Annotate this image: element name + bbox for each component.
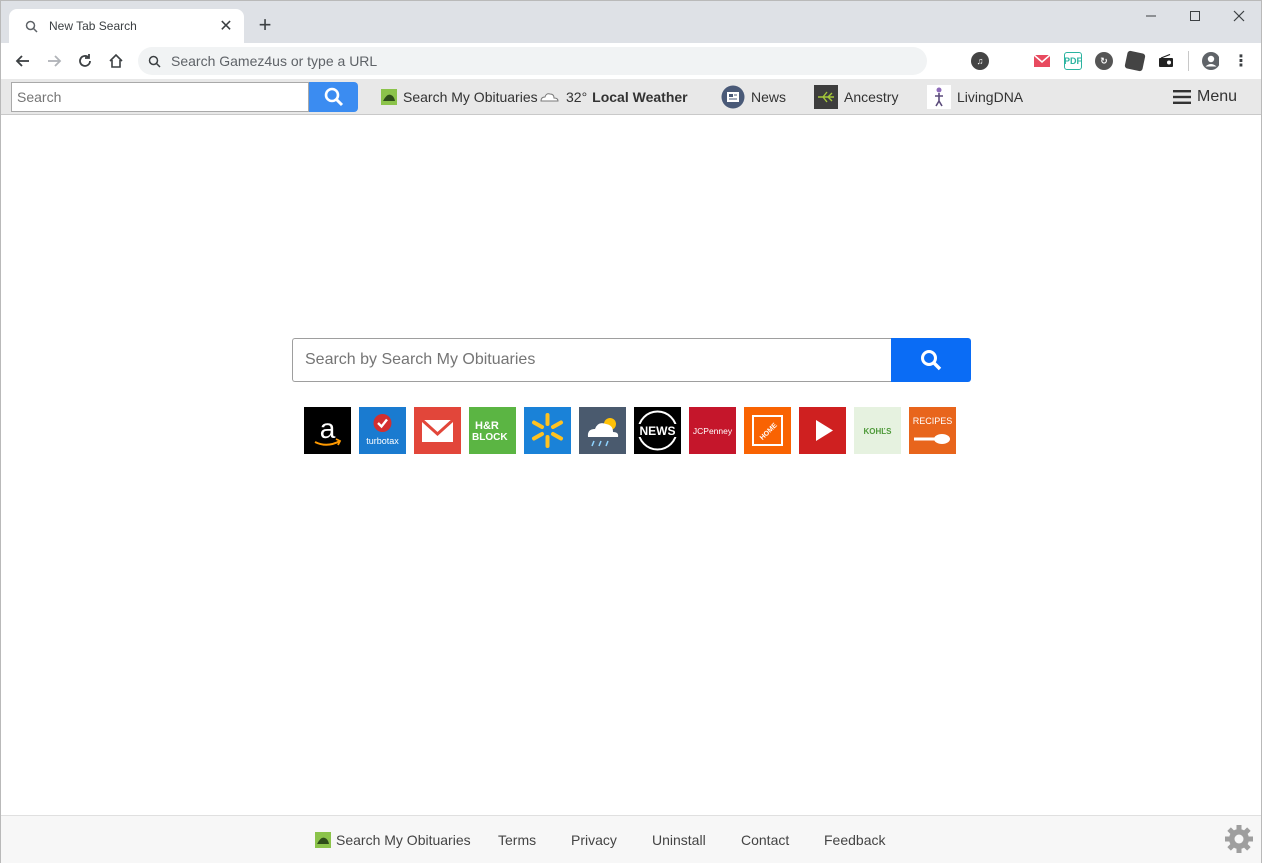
footer-obituaries-label: Search My Obituaries	[336, 832, 471, 848]
news-tile[interactable]: NEWS	[634, 407, 681, 454]
livingdna-link[interactable]: LivingDNA	[927, 79, 1023, 115]
address-text: Search Gamez4us or type a URL	[171, 53, 378, 69]
kohls-tile[interactable]: KOHĽS	[854, 407, 901, 454]
radio-extension-icon[interactable]	[1157, 52, 1175, 70]
svg-text:RECIPES: RECIPES	[913, 416, 953, 426]
tab-title: New Tab Search	[49, 19, 137, 33]
gear-icon[interactable]	[1223, 823, 1255, 855]
refresh-extension-icon[interactable]: ↻	[1095, 52, 1113, 70]
weather-tile[interactable]	[579, 407, 626, 454]
main-search-form	[292, 338, 971, 382]
reload-icon[interactable]	[71, 47, 99, 75]
contact-link[interactable]: Contact	[741, 816, 789, 863]
toolbar-search-input[interactable]	[11, 82, 309, 112]
main-search-button[interactable]	[891, 338, 971, 382]
extension-bar: Search My Obituaries 32° Local Weather N…	[1, 79, 1261, 115]
cloud-icon	[538, 90, 560, 104]
search-icon	[148, 55, 161, 68]
livingdna-label: LivingDNA	[957, 89, 1024, 105]
amazon-tile[interactable]: a	[304, 407, 351, 454]
livingdna-figure-icon	[927, 85, 951, 109]
news-link[interactable]: News	[721, 79, 786, 115]
recipes-tile[interactable]: RECIPES	[909, 407, 956, 454]
svg-text:a: a	[320, 413, 336, 444]
toolbar-search-button[interactable]	[309, 82, 358, 112]
terms-link[interactable]: Terms	[498, 816, 536, 863]
menu-button[interactable]: Menu	[1173, 79, 1237, 115]
mail-extension-icon[interactable]	[1033, 52, 1051, 70]
homedepot-tile[interactable]: HOME	[744, 407, 791, 454]
ancestry-leaf-icon	[814, 85, 838, 109]
feedback-link[interactable]: Feedback	[824, 816, 885, 863]
window-close-icon[interactable]	[1217, 1, 1261, 31]
youtube-tile[interactable]	[799, 407, 846, 454]
news-label: News	[751, 89, 787, 105]
weather-temp: 32°	[566, 89, 588, 105]
footer-obituaries-link[interactable]: Search My Obituaries	[315, 816, 471, 863]
uninstall-link[interactable]: Uninstall	[652, 816, 706, 863]
main-search-input[interactable]	[292, 338, 892, 382]
obituaries-link[interactable]: Search My Obituaries	[381, 79, 538, 115]
obituaries-logo-icon	[381, 89, 397, 105]
svg-text:BLOCK: BLOCK	[472, 432, 508, 443]
dark-extension-icon[interactable]	[1124, 50, 1146, 72]
tab-strip: New Tab Search ✕ +	[1, 1, 1261, 43]
turbotax-tile[interactable]: turbotax	[359, 407, 406, 454]
maximize-icon[interactable]	[1173, 1, 1217, 31]
search-icon	[324, 87, 343, 107]
privacy-link[interactable]: Privacy	[571, 816, 617, 863]
footer: Search My Obituaries Terms Privacy Unins…	[1, 815, 1261, 863]
hrblock-tile[interactable]: H&R BLOCK	[469, 407, 516, 454]
pdf-extension-icon[interactable]: PDF	[1064, 52, 1082, 70]
browser-toolbar: Search Gamez4us or type a URL ♫ PDF ↻ ⋮	[1, 43, 1261, 79]
search-icon	[23, 18, 39, 34]
weather-label: Local Weather	[592, 89, 688, 105]
gmail-tile[interactable]	[414, 407, 461, 454]
svg-text:JCPenney: JCPenney	[693, 426, 733, 436]
svg-text:H&R: H&R	[475, 420, 499, 432]
toolbar-divider	[1188, 51, 1189, 71]
obituaries-logo-icon	[315, 832, 331, 848]
music-extension-icon[interactable]: ♫	[971, 52, 989, 70]
profile-icon[interactable]	[1201, 52, 1219, 70]
address-bar[interactable]: Search Gamez4us or type a URL	[138, 47, 927, 75]
browser-menu-icon[interactable]: ⋮	[1232, 52, 1250, 70]
obituaries-label: Search My Obituaries	[403, 89, 538, 105]
svg-text:HOME: HOME	[759, 422, 779, 442]
ancestry-label: Ancestry	[844, 89, 899, 105]
tab-close-icon[interactable]: ✕	[218, 18, 234, 35]
minimize-icon[interactable]	[1129, 1, 1173, 31]
hamburger-icon	[1173, 90, 1191, 104]
shortcut-tiles: a turbotax H&R BLOCK NEWS JCPenney HOME K…	[304, 407, 956, 454]
ancestry-link[interactable]: Ancestry	[814, 79, 898, 115]
active-tab[interactable]: New Tab Search ✕	[9, 9, 244, 43]
svg-text:KOHĽS: KOHĽS	[864, 427, 893, 436]
svg-text:NEWS: NEWS	[640, 424, 676, 438]
menu-label: Menu	[1197, 88, 1238, 105]
svg-text:turbotax: turbotax	[366, 436, 399, 446]
newspaper-icon	[721, 85, 745, 109]
back-icon[interactable]	[9, 47, 37, 75]
new-tab-button[interactable]: +	[254, 12, 276, 37]
weather-link[interactable]: 32° Local Weather	[538, 79, 688, 115]
forward-icon[interactable]	[40, 47, 68, 75]
home-icon[interactable]	[102, 47, 130, 75]
walmart-tile[interactable]	[524, 407, 571, 454]
jcpenney-tile[interactable]: JCPenney	[689, 407, 736, 454]
search-icon	[921, 350, 942, 371]
